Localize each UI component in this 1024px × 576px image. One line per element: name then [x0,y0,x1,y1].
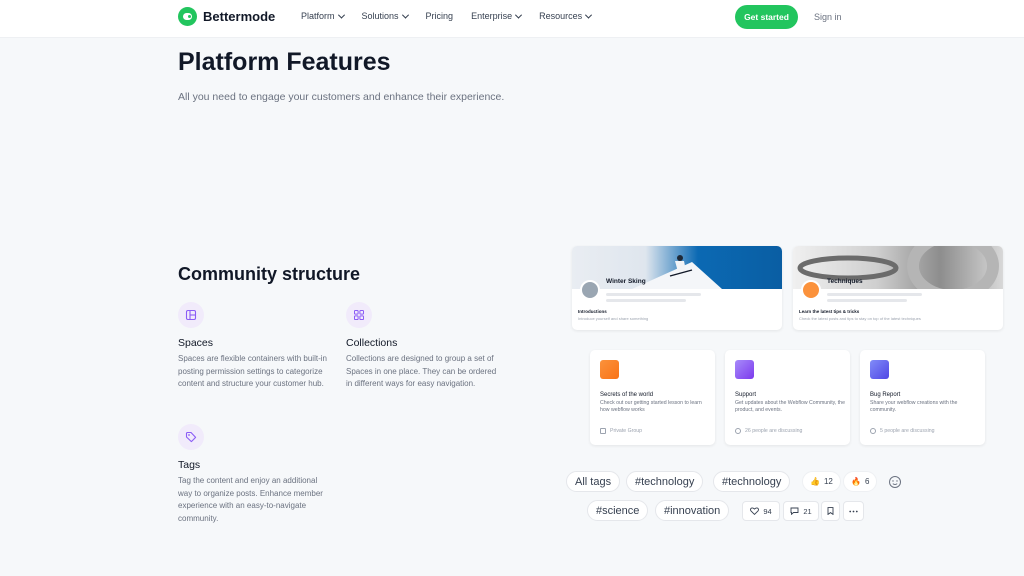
collection-card-bug-report[interactable]: Bug Report Share your webflow creations … [860,350,985,445]
space-section-title: Learn the latest tips & tricks [799,309,860,314]
space-section-title: Introductions [578,309,607,314]
collection-title: Support [735,392,757,398]
collection-icon [600,360,619,379]
lock-icon [600,428,606,434]
collection-description: Share your webflow creations with the co… [870,400,958,413]
space-name: Winter Sking [606,278,646,285]
space-card-techniques[interactable]: Techniques Learn the latest tips & trick… [793,246,1003,330]
collections-icon [346,302,372,328]
people-icon [735,428,741,434]
space-section-desc: Introduce yourself and share something [578,316,649,321]
brand-name: Bettermode [203,9,276,24]
space-banner-image [572,246,782,289]
sign-in-link[interactable]: Sign in [814,12,842,22]
collection-card-support[interactable]: Support Get updates about the Webflow Co… [725,350,850,445]
collection-card-secrets[interactable]: Secrets of the world Check out our getti… [590,350,715,445]
nav-item-pricing[interactable]: Pricing [426,11,454,21]
feature-tags: Tags Tag the content and enjoy an additi… [178,424,333,525]
placeholder-line [827,293,922,296]
comment-button[interactable]: 21 [783,501,819,521]
reaction-count: 6 [864,477,870,486]
logo-icon [178,7,197,26]
tag-chip[interactable]: #technology [713,471,791,492]
nav-item-enterprise[interactable]: Enterprise [471,11,523,21]
nav-label: Pricing [425,11,454,21]
reaction-thumbs-up[interactable]: 👍 12 [802,471,841,492]
get-started-button[interactable]: Get started [735,5,798,29]
heart-icon [750,507,760,515]
feature-description: Collections are designed to group a set … [346,354,497,389]
spaces-icon [178,302,204,328]
feature-spaces: Spaces Spaces are flexible containers wi… [178,302,333,391]
page-subtitle: All you need to engage your customers an… [178,91,505,103]
collection-description: Check out our getting started lesson to … [600,400,702,413]
tag-chip[interactable]: #science [587,500,649,521]
collection-icon [735,360,754,379]
nav-label: Solutions [361,11,399,21]
more-options-button[interactable] [843,501,864,521]
chevron-down-icon [515,11,523,19]
brand-logo[interactable]: Bettermode [178,7,275,26]
section-title: Community structure [178,264,361,284]
space-name: Techniques [827,278,863,285]
feature-description: Tag the content and enjoy an additional … [178,476,323,523]
tag-icon [178,424,204,450]
collection-icon [870,360,889,379]
avatar [580,280,600,300]
comment-count: 21 [803,506,812,516]
collection-meta: 26 people are discussing [735,428,802,434]
add-emoji-icon [889,475,901,488]
nav-links: Platform Solutions Pricing Enterprise Re… [301,11,593,21]
people-icon [870,428,876,434]
tag-chip[interactable]: #innovation [655,500,730,521]
add-reaction-button[interactable] [884,471,906,492]
space-banner-image [793,246,1003,289]
nav-item-platform[interactable]: Platform [301,11,345,21]
nav-item-solutions[interactable]: Solutions [361,11,409,21]
placeholder-line [606,299,686,302]
reaction-count: 12 [823,477,833,486]
thumbs-up-icon: 👍 [810,477,820,486]
collection-meta: 5 people are discussing [870,428,935,434]
fire-icon: 🔥 [851,477,861,486]
feature-collections: Collections Collections are designed to … [346,302,501,391]
collection-title: Bug Report [870,392,901,398]
chevron-down-icon [337,11,345,19]
chevron-down-icon [401,11,409,19]
collection-meta-text: 5 people are discussing [880,428,935,434]
nav-label: Enterprise [471,11,513,21]
space-section-desc: Check the latest posts and tips to stay … [799,316,921,321]
collection-description: Get updates about the Webflow Community,… [735,400,845,413]
reaction-fire[interactable]: 🔥 6 [843,471,878,492]
collection-meta: Private Group [600,428,642,434]
collection-meta-text: Private Group [610,428,643,434]
chevron-down-icon [585,11,593,19]
nav-label: Resources [539,11,583,21]
more-dots-icon [849,510,858,512]
like-count: 94 [763,506,772,516]
nav-label: Platform [301,11,335,21]
top-navbar: Bettermode Platform Solutions Pricing En… [0,0,1024,38]
feature-description: Spaces are flexible containers with buil… [178,354,327,389]
feature-title: Tags [178,459,201,471]
collection-meta-text: 26 people are discussing [745,428,803,434]
collection-title: Secrets of the world [600,392,654,398]
feature-title: Spaces [178,337,214,349]
avatar [801,280,821,300]
tag-chip[interactable]: #technology [626,471,704,492]
tag-all-tags[interactable]: All tags [566,471,621,492]
placeholder-line [606,293,701,296]
space-card-winter-sking[interactable]: Winter Sking Introductions Introduce you… [572,246,782,330]
nav-item-resources[interactable]: Resources [539,11,593,21]
bookmark-button[interactable] [821,501,840,521]
bookmark-icon [827,507,834,515]
like-button[interactable]: 94 [742,501,780,521]
comment-icon [790,507,799,515]
feature-title: Collections [346,337,398,349]
placeholder-line [827,299,907,302]
page-title: Platform Features [178,48,391,76]
